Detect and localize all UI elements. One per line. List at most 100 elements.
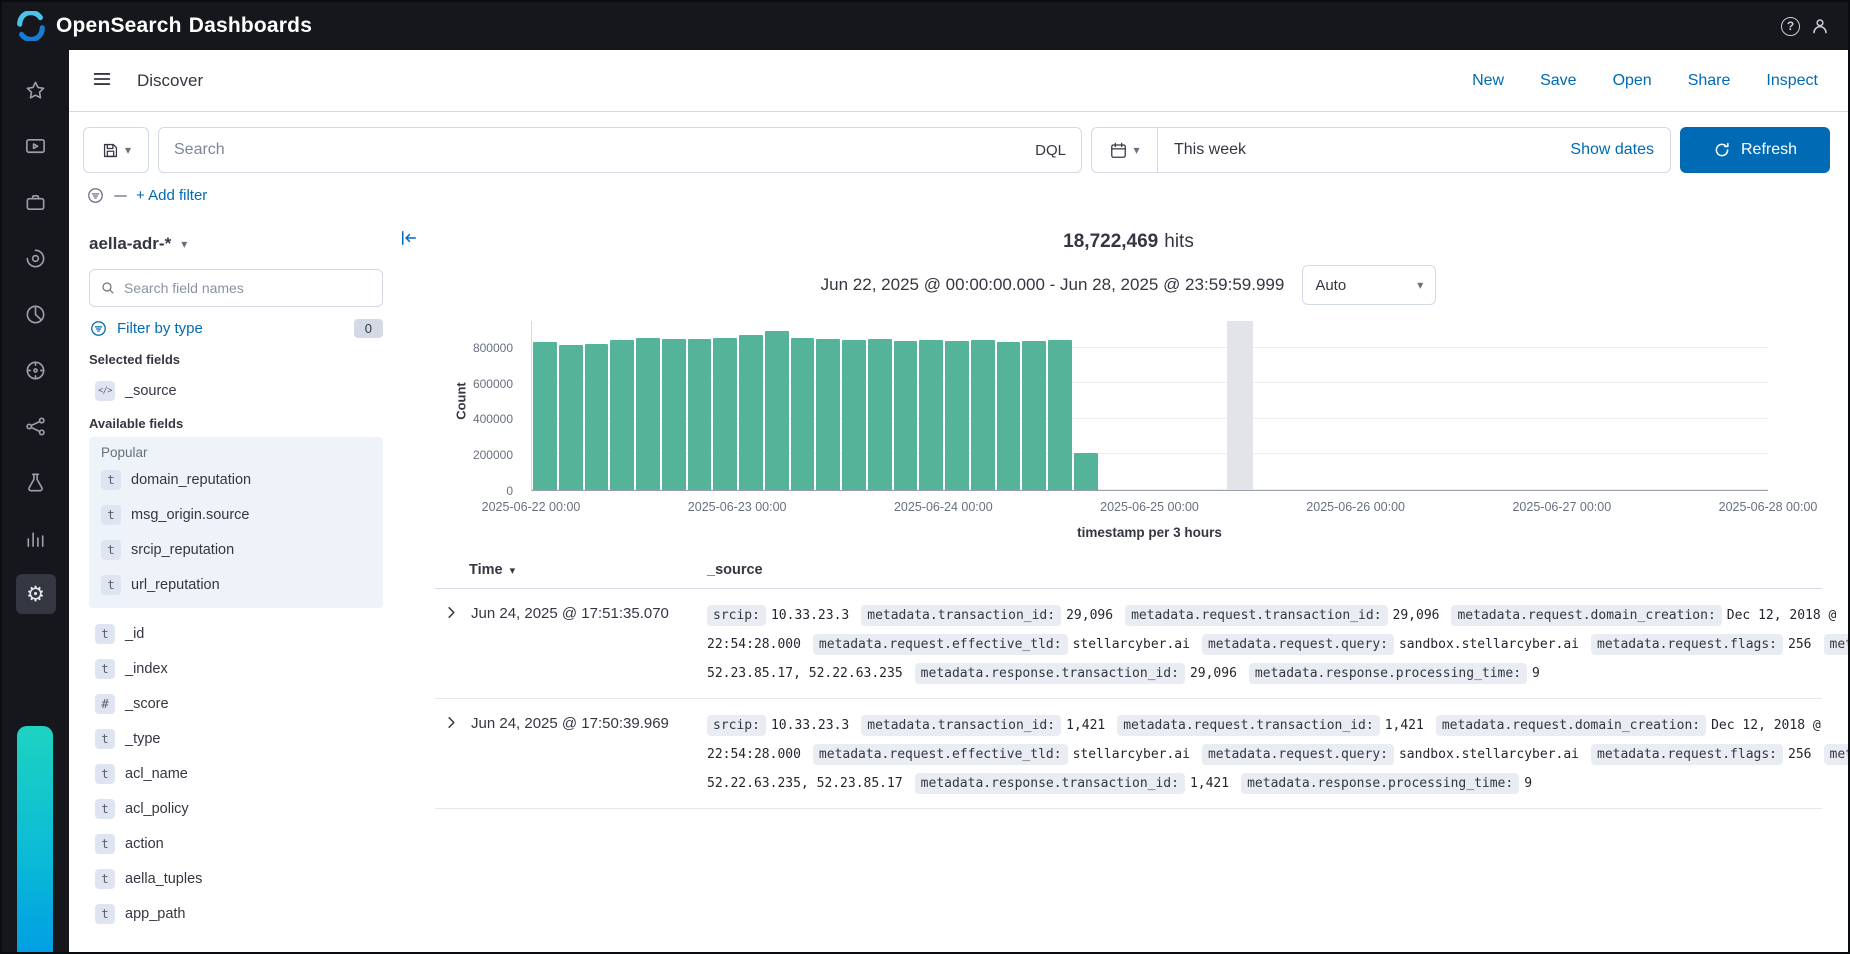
histogram-bar[interactable] bbox=[559, 345, 583, 490]
filter-bar: + Add filter bbox=[69, 186, 1848, 217]
source-field-value: 256 bbox=[1788, 747, 1811, 762]
histogram-bar[interactable] bbox=[945, 341, 969, 490]
refresh-button[interactable]: Refresh bbox=[1680, 127, 1830, 173]
header-action-share[interactable]: Share bbox=[1688, 72, 1731, 90]
field-search-input[interactable] bbox=[124, 280, 372, 296]
user-icon[interactable] bbox=[1810, 16, 1830, 36]
console-icon[interactable] bbox=[16, 126, 56, 166]
field-item-domain_reputation[interactable]: tdomain_reputation bbox=[95, 462, 377, 497]
histogram-bar[interactable] bbox=[636, 338, 660, 490]
y-tick-label: 800000 bbox=[453, 341, 513, 355]
source-field-key: srcip: bbox=[707, 715, 766, 736]
field-name: _id bbox=[125, 626, 144, 642]
histogram-bar[interactable] bbox=[688, 339, 712, 490]
field-item-srcip_reputation[interactable]: tsrcip_reputation bbox=[95, 532, 377, 567]
observability-icon[interactable] bbox=[16, 238, 56, 278]
expand-row-icon[interactable] bbox=[441, 714, 461, 734]
saved-query-icon bbox=[101, 141, 120, 160]
source-field-value: 29,096 bbox=[1066, 608, 1113, 623]
column-header-time[interactable]: Time ▾ bbox=[435, 562, 707, 578]
field-item-_index[interactable]: t_index bbox=[89, 651, 377, 686]
x-tick-label: 2025-06-26 00:00 bbox=[1306, 500, 1405, 514]
search-box: DQL bbox=[158, 127, 1082, 173]
source-field-key: metadata.request.flags: bbox=[1591, 634, 1783, 655]
histogram-bar[interactable] bbox=[894, 341, 918, 490]
field-item-acl_policy[interactable]: tacl_policy bbox=[89, 791, 377, 826]
pie-chart-icon[interactable] bbox=[16, 294, 56, 334]
field-item-acl_name[interactable]: tacl_name bbox=[89, 756, 377, 791]
histogram-bar[interactable] bbox=[868, 339, 892, 490]
selected-fields-list: </>_source bbox=[89, 373, 383, 408]
y-tick-label: 200000 bbox=[453, 448, 513, 462]
histogram-bar[interactable] bbox=[765, 331, 789, 490]
target-icon[interactable] bbox=[16, 350, 56, 390]
header-action-save[interactable]: Save bbox=[1540, 72, 1576, 90]
histogram-bar[interactable] bbox=[816, 339, 840, 490]
source-field-key: metadata.transaction_id: bbox=[861, 715, 1061, 736]
x-tick-label: 2025-06-24 00:00 bbox=[894, 500, 993, 514]
filter-by-type[interactable]: Filter by type 0 bbox=[89, 319, 383, 338]
histogram-bar[interactable] bbox=[791, 338, 815, 490]
field-item-action[interactable]: taction bbox=[89, 826, 377, 861]
brand[interactable]: OpenSearchDashboards bbox=[16, 11, 312, 41]
field-item-url_reputation[interactable]: turl_reputation bbox=[95, 567, 377, 602]
row-timestamp: Jun 24, 2025 @ 17:50:39.969 bbox=[471, 711, 669, 737]
histogram-bar[interactable] bbox=[610, 340, 634, 490]
source-field-key: metadata.request.domain_creation: bbox=[1451, 605, 1721, 626]
field-item-msg_origin.source[interactable]: tmsg_origin.source bbox=[95, 497, 377, 532]
bar-chart-icon[interactable] bbox=[16, 518, 56, 558]
menu-icon[interactable] bbox=[89, 68, 115, 94]
histogram-bar[interactable] bbox=[1048, 340, 1072, 490]
show-dates-button[interactable]: Show dates bbox=[1570, 141, 1670, 159]
histogram-bar[interactable] bbox=[842, 340, 866, 490]
field-item-app_path[interactable]: tapp_path bbox=[89, 896, 377, 931]
briefcase-icon[interactable] bbox=[16, 182, 56, 222]
histogram-bar[interactable] bbox=[739, 335, 763, 490]
help-icon[interactable]: ? bbox=[1781, 17, 1800, 36]
field-type-icon: t bbox=[101, 470, 121, 490]
histogram-bar[interactable] bbox=[971, 340, 995, 490]
histogram-bar[interactable] bbox=[997, 342, 1021, 490]
gear-icon[interactable]: ⚙ bbox=[16, 574, 56, 614]
histogram-bar[interactable] bbox=[533, 342, 557, 490]
search-input[interactable] bbox=[174, 141, 1017, 159]
histogram-bar[interactable] bbox=[585, 344, 609, 490]
nav-accent-pill[interactable] bbox=[17, 726, 53, 952]
collapse-sidebar-icon[interactable] bbox=[397, 227, 421, 251]
header-action-new[interactable]: New bbox=[1472, 72, 1504, 90]
histogram-bar[interactable] bbox=[1022, 341, 1046, 490]
header-action-inspect[interactable]: Inspect bbox=[1766, 72, 1818, 90]
histogram-section: Count 0200000400000600000800000 2025-06-… bbox=[435, 321, 1822, 540]
field-item-aella_tuples[interactable]: taella_tuples bbox=[89, 861, 377, 896]
time-range-value[interactable]: This week bbox=[1158, 141, 1570, 159]
filter-icon[interactable] bbox=[86, 186, 105, 205]
hits-line: 18,722,469hits bbox=[435, 231, 1822, 253]
x-tick-label: 2025-06-28 00:00 bbox=[1719, 500, 1818, 514]
field-type-icon: t bbox=[95, 869, 115, 889]
histogram-bar[interactable] bbox=[713, 338, 737, 490]
histogram-bar[interactable] bbox=[662, 339, 686, 490]
add-filter-button[interactable]: + Add filter bbox=[136, 187, 207, 204]
saved-query-button[interactable]: ▾ bbox=[83, 127, 149, 173]
histogram-bar[interactable] bbox=[1074, 453, 1098, 490]
source-field-key: metadata.request.message_type: bbox=[1824, 634, 1849, 655]
expand-row-icon[interactable] bbox=[441, 604, 461, 624]
field-item-_type[interactable]: t_type bbox=[89, 721, 377, 756]
source-field-value: 29,096 bbox=[1190, 666, 1237, 681]
x-axis-title: timestamp per 3 hours bbox=[531, 525, 1768, 540]
interval-select[interactable]: Auto ▾ bbox=[1302, 265, 1436, 305]
header-action-open[interactable]: Open bbox=[1613, 72, 1652, 90]
index-pattern-switcher[interactable]: aella-adr-* ▾ bbox=[89, 221, 383, 267]
calendar-button[interactable]: ▾ bbox=[1092, 128, 1158, 172]
histogram-bar[interactable] bbox=[919, 340, 943, 490]
field-item-_score[interactable]: #_score bbox=[89, 686, 377, 721]
field-item-_source[interactable]: </>_source bbox=[89, 373, 383, 408]
star-icon[interactable] bbox=[16, 70, 56, 110]
field-name: url_reputation bbox=[131, 577, 220, 593]
field-name: _type bbox=[125, 731, 160, 747]
graph-icon[interactable] bbox=[16, 406, 56, 446]
field-item-_id[interactable]: t_id bbox=[89, 616, 377, 651]
row-source-cell: srcip:10.33.23.3metadata.transaction_id:… bbox=[707, 601, 1848, 688]
flask-icon[interactable] bbox=[16, 462, 56, 502]
query-language-button[interactable]: DQL bbox=[1027, 142, 1066, 159]
